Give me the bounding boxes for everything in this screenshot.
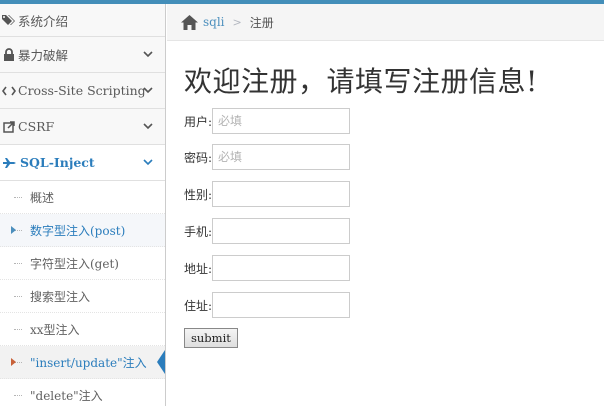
sidebar-item-label: 系统介绍 bbox=[18, 13, 69, 29]
phone-label: 手机: bbox=[184, 224, 213, 239]
submenu-item-delete[interactable]: "delete"注入 bbox=[0, 379, 165, 406]
form-row-gender: 性别: bbox=[184, 180, 351, 208]
form-row-residence: 住址: bbox=[184, 291, 351, 319]
submenu-item-label: 数字型注入(post) bbox=[30, 223, 126, 238]
submenu-item-xx[interactable]: xx型注入 bbox=[0, 313, 165, 346]
submenu-item-string-get[interactable]: 字符型注入(get) bbox=[0, 247, 165, 280]
share-icon bbox=[2, 120, 16, 134]
code-icon bbox=[2, 84, 16, 98]
breadcrumb-separator: > bbox=[232, 15, 242, 29]
password-input[interactable] bbox=[212, 144, 351, 170]
active-pointer-icon bbox=[157, 350, 165, 374]
submit-button[interactable]: submit bbox=[184, 328, 238, 348]
submenu-item-label: 概述 bbox=[30, 190, 55, 205]
breadcrumb: sqli > 注册 bbox=[167, 4, 604, 41]
form-row-username: 用户: bbox=[184, 107, 351, 135]
sidebar-item-xss[interactable]: Cross-Site Scripting bbox=[0, 73, 165, 109]
sidebar-item-sql-inject[interactable]: SQL-Inject bbox=[0, 145, 165, 181]
submenu-item-search[interactable]: 搜索型注入 bbox=[0, 280, 165, 313]
chevron-down-icon bbox=[143, 87, 153, 94]
breadcrumb-home-link[interactable]: sqli bbox=[203, 15, 225, 29]
submenu-item-insert-update[interactable]: "insert/update"注入 bbox=[0, 346, 165, 379]
sidebar-item-label: SQL-Inject bbox=[20, 155, 95, 170]
residence-input[interactable] bbox=[212, 292, 351, 318]
address-label: 地址: bbox=[184, 261, 213, 276]
sidebar: 系统介绍 暴力破解 Cross-Site Scripting CSRF SQL-… bbox=[0, 4, 166, 406]
address-input[interactable] bbox=[212, 255, 351, 281]
breadcrumb-current: 注册 bbox=[249, 15, 274, 30]
submenu-item-label: "delete"注入 bbox=[30, 388, 103, 403]
sidebar-item-label: 暴力破解 bbox=[18, 48, 69, 63]
caret-right-icon bbox=[11, 226, 16, 234]
sidebar-item-intro[interactable]: 系统介绍 bbox=[0, 4, 165, 37]
sidebar-item-csrf[interactable]: CSRF bbox=[0, 109, 165, 145]
submenu-item-overview[interactable]: 概述 bbox=[0, 181, 165, 214]
submenu-item-label: 搜索型注入 bbox=[30, 289, 91, 304]
sidebar-item-brute-force[interactable]: 暴力破解 bbox=[0, 37, 165, 73]
tags-icon bbox=[2, 13, 16, 27]
chevron-down-icon bbox=[143, 123, 153, 130]
fighter-jet-icon bbox=[2, 156, 16, 170]
caret-right-icon bbox=[11, 358, 16, 366]
sidebar-item-label: CSRF bbox=[18, 119, 55, 134]
submenu-item-label: "insert/update"注入 bbox=[30, 355, 147, 370]
password-label: 密码: bbox=[184, 150, 213, 165]
residence-label: 住址: bbox=[184, 298, 213, 313]
lock-icon bbox=[2, 48, 16, 62]
chevron-down-icon bbox=[143, 159, 153, 166]
submenu-item-label: 字符型注入(get) bbox=[30, 256, 119, 271]
form-row-phone: 手机: bbox=[184, 217, 351, 245]
chevron-down-icon bbox=[143, 51, 153, 58]
sidebar-item-label: Cross-Site Scripting bbox=[18, 83, 146, 98]
form-row-address: 地址: bbox=[184, 254, 351, 282]
gender-label: 性别: bbox=[184, 187, 213, 202]
username-input[interactable] bbox=[212, 108, 351, 134]
home-icon bbox=[181, 14, 198, 30]
form-row-password: 密码: bbox=[184, 143, 351, 171]
username-label: 用户: bbox=[184, 114, 213, 129]
page-title: 欢迎注册，请填写注册信息! bbox=[184, 65, 538, 98]
register-form: 欢迎注册，请填写注册信息! 用户: 密码: 性别: 手机: 地址: 住址: su… bbox=[184, 60, 538, 348]
phone-input[interactable] bbox=[212, 218, 351, 244]
gender-input[interactable] bbox=[212, 181, 351, 207]
sql-inject-submenu: 概述 数字型注入(post) 字符型注入(get) 搜索型注入 xx型注入 "i… bbox=[0, 181, 165, 406]
submenu-item-label: xx型注入 bbox=[30, 322, 80, 337]
submenu-item-numeric-post[interactable]: 数字型注入(post) bbox=[0, 214, 165, 247]
